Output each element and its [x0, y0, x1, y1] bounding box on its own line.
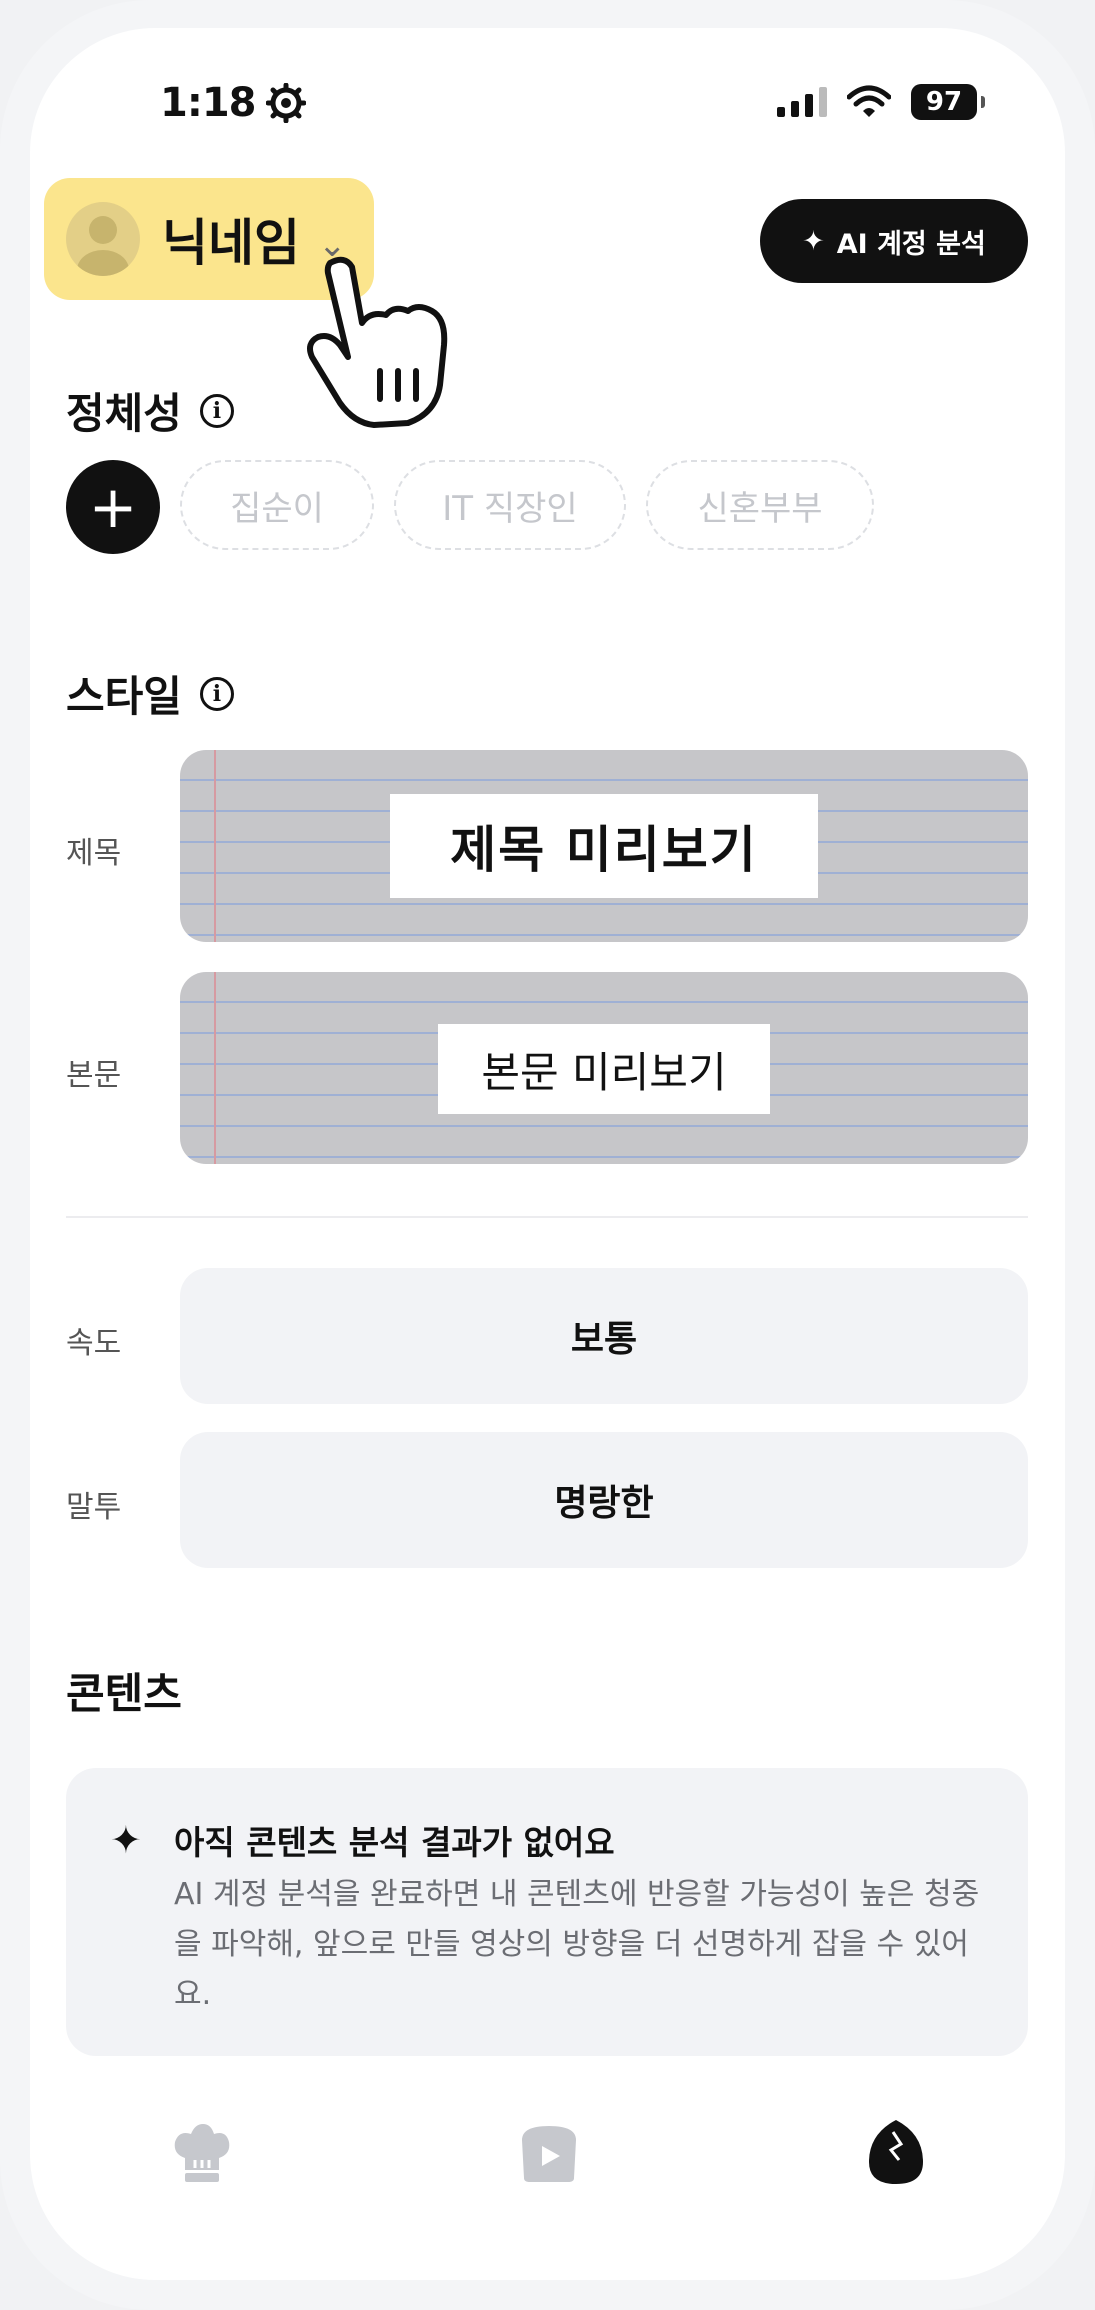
sparkle-icon: ✦ — [110, 1818, 142, 1862]
wifi-icon — [847, 85, 891, 117]
body-font-preview[interactable]: 본문 미리보기 — [180, 972, 1028, 1164]
empty-heading: 아직 콘텐츠 분석 결과가 없어요 — [174, 1823, 615, 1862]
nickname-label: 닉네임 — [162, 214, 300, 272]
title-preview-text: 제목 미리보기 — [390, 794, 818, 898]
battery-indicator: 97 — [911, 84, 985, 120]
sparkle-icon: ✦ — [802, 225, 825, 257]
egg-icon — [869, 2120, 923, 2184]
speed-value: 보통 — [570, 1319, 638, 1360]
settings-gear-icon — [265, 83, 306, 123]
tab-chef-hat[interactable] — [167, 2118, 237, 2188]
tone-label: 말투 — [66, 1490, 122, 1525]
chip-label: 집순이 — [230, 488, 324, 529]
tab-egg[interactable] — [861, 2118, 931, 2188]
identity-chip-homebody[interactable]: 집순이 — [180, 460, 374, 550]
divider — [66, 1216, 1028, 1218]
tab-video[interactable] — [514, 2118, 584, 2188]
bottom-tab-bar — [30, 2118, 1065, 2208]
chip-label: 신혼부부 — [697, 488, 823, 529]
style-title-text: 스타일 — [66, 672, 182, 721]
phone-frame: 1:18 97 닉네임 ⌄ ✦ AI 계정 분석 정체성 i + 집순이 IT … — [0, 0, 1095, 2310]
empty-description: AI 계정 분석을 완료하면 내 콘텐츠에 반응할 가능성이 높은 청중을 파악… — [174, 1877, 980, 2012]
identity-section-title: 정체성 i — [66, 380, 234, 441]
ai-account-analysis-button[interactable]: ✦ AI 계정 분석 — [760, 199, 1028, 283]
title-font-preview[interactable]: 제목 미리보기 — [180, 750, 1028, 942]
video-icon — [522, 2126, 576, 2182]
cellular-signal-icon — [777, 87, 827, 117]
plus-icon: + — [88, 473, 138, 541]
identity-chip-newlyweds[interactable]: 신혼부부 — [646, 460, 874, 550]
body-preview-text: 본문 미리보기 — [438, 1024, 770, 1114]
chef-hat-icon — [174, 2124, 230, 2182]
speed-label: 속도 — [66, 1326, 122, 1361]
battery-level: 97 — [925, 87, 963, 117]
app-screen: 1:18 97 닉네임 ⌄ ✦ AI 계정 분석 정체성 i + 집순이 IT … — [30, 28, 1065, 2280]
info-icon[interactable]: i — [199, 393, 234, 428]
status-time: 1:18 — [160, 80, 306, 126]
tone-select[interactable]: 명랑한 — [180, 1432, 1028, 1568]
status-time-text: 1:18 — [160, 80, 256, 126]
tone-value: 명랑한 — [554, 1483, 654, 1524]
ai-button-label: AI 계정 분석 — [836, 228, 986, 260]
title-font-label: 제목 — [66, 836, 122, 871]
identity-chip-it-worker[interactable]: IT 직장인 — [394, 460, 626, 550]
info-icon[interactable]: i — [199, 676, 234, 711]
content-section-title: 콘텐츠 — [66, 1660, 182, 1721]
body-font-label: 본문 — [66, 1058, 122, 1093]
avatar — [66, 202, 140, 276]
identity-title-text: 정체성 — [66, 389, 182, 438]
status-indicators: 97 — [777, 84, 985, 120]
content-title-text: 콘텐츠 — [66, 1669, 182, 1718]
add-identity-button[interactable]: + — [66, 460, 160, 554]
speed-select[interactable]: 보통 — [180, 1268, 1028, 1404]
pointer-hand-icon — [307, 256, 448, 428]
content-empty-card: ✦ 아직 콘텐츠 분석 결과가 없어요 AI 계정 분석을 완료하면 내 콘텐츠… — [66, 1768, 1028, 2056]
style-section-title: 스타일 i — [66, 663, 234, 724]
chip-label: IT 직장인 — [442, 488, 578, 529]
